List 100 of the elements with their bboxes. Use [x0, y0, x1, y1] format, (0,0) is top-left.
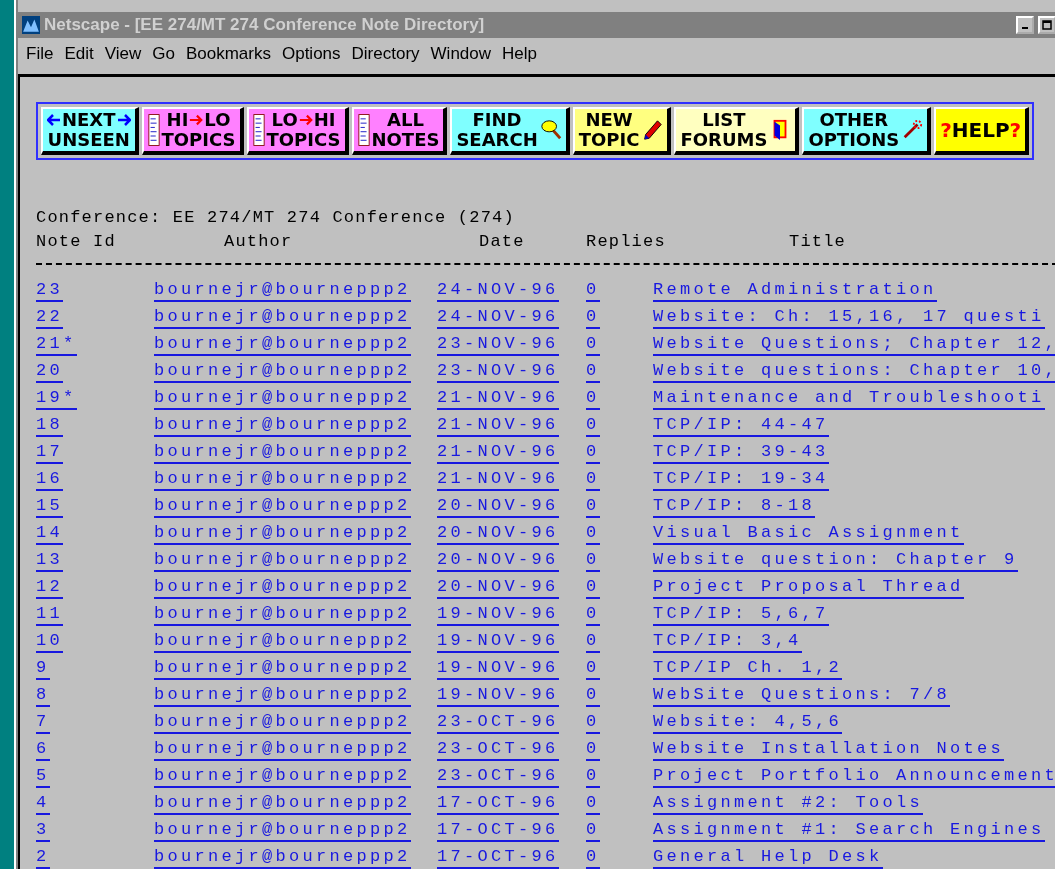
note-id-link[interactable]: 12 [36, 576, 63, 599]
note-id-link[interactable]: 15 [36, 495, 63, 518]
replies-link[interactable]: 0 [586, 765, 600, 788]
author-link[interactable]: bournejr@bourneppp2 [154, 711, 411, 734]
author-link[interactable]: bournejr@bourneppp2 [154, 279, 411, 302]
date-link[interactable]: 21-NOV-96 [437, 387, 559, 410]
replies-link[interactable]: 0 [586, 468, 600, 491]
date-link[interactable]: 20-NOV-96 [437, 576, 559, 599]
note-id-link[interactable]: 3 [36, 819, 50, 842]
replies-link[interactable]: 0 [586, 630, 600, 653]
title-link[interactable]: Visual Basic Assignment [653, 522, 964, 545]
author-link[interactable]: bournejr@bourneppp2 [154, 738, 411, 761]
note-id-link[interactable]: 6 [36, 738, 50, 761]
title-link[interactable]: Remote Administration [653, 279, 937, 302]
title-link[interactable]: WebSite Questions: 7/8 [653, 684, 951, 707]
replies-link[interactable]: 0 [586, 819, 600, 842]
toolbar-button[interactable]: LIST FORUMS [674, 107, 800, 155]
title-link[interactable]: Website question: Chapter 9 [653, 549, 1018, 572]
title-link[interactable]: Project Portfolio Announcement [653, 765, 1055, 788]
date-link[interactable]: 21-NOV-96 [437, 468, 559, 491]
title-link[interactable]: Website Questions; Chapter 12, [653, 333, 1055, 356]
date-link[interactable]: 19-NOV-96 [437, 630, 559, 653]
date-link[interactable]: 23-NOV-96 [437, 360, 559, 383]
date-link[interactable]: 23-OCT-96 [437, 738, 559, 761]
date-link[interactable]: 23-OCT-96 [437, 711, 559, 734]
toolbar-button[interactable]: ?HELP? [934, 107, 1030, 155]
note-id-link[interactable]: 9 [36, 657, 50, 680]
date-link[interactable]: 19-NOV-96 [437, 603, 559, 626]
replies-link[interactable]: 0 [586, 738, 600, 761]
title-link[interactable]: TCP/IP Ch. 1,2 [653, 657, 843, 680]
toolbar-button[interactable]: FIND SEARCH [450, 107, 570, 155]
title-link[interactable]: TCP/IP: 8-18 [653, 495, 816, 518]
note-id-link[interactable]: 21* [36, 333, 77, 356]
note-id-link[interactable]: 10 [36, 630, 63, 653]
date-link[interactable]: 17-OCT-96 [437, 792, 559, 815]
date-link[interactable]: 17-OCT-96 [437, 846, 559, 869]
date-link[interactable]: 23-NOV-96 [437, 333, 559, 356]
author-link[interactable]: bournejr@bourneppp2 [154, 441, 411, 464]
author-link[interactable]: bournejr@bourneppp2 [154, 846, 411, 869]
replies-link[interactable]: 0 [586, 792, 600, 815]
menu-item[interactable]: Options [281, 44, 341, 64]
title-link[interactable]: Assignment #2: Tools [653, 792, 924, 815]
title-link[interactable]: Assignment #1: Search Engines [653, 819, 1045, 842]
replies-link[interactable]: 0 [586, 441, 600, 464]
author-link[interactable]: bournejr@bourneppp2 [154, 522, 411, 545]
date-link[interactable]: 20-NOV-96 [437, 549, 559, 572]
menu-item[interactable]: View [104, 44, 142, 64]
menu-item[interactable]: Help [502, 44, 537, 64]
replies-link[interactable]: 0 [586, 306, 600, 329]
toolbar-button[interactable]: OTHER OPTIONS [802, 107, 932, 155]
toolbar-button[interactable]: NEW TOPIC [572, 107, 672, 155]
title-link[interactable]: TCP/IP: 39-43 [653, 441, 829, 464]
toolbar-button[interactable]: ALL NOTES [351, 107, 448, 155]
note-id-link[interactable]: 11 [36, 603, 63, 626]
note-id-link[interactable]: 19* [36, 387, 77, 410]
author-link[interactable]: bournejr@bourneppp2 [154, 657, 411, 680]
replies-link[interactable]: 0 [586, 333, 600, 356]
note-id-link[interactable]: 2 [36, 846, 50, 869]
replies-link[interactable]: 0 [586, 684, 600, 707]
date-link[interactable]: 24-NOV-96 [437, 306, 559, 329]
date-link[interactable]: 24-NOV-96 [437, 279, 559, 302]
author-link[interactable]: bournejr@bourneppp2 [154, 360, 411, 383]
note-id-link[interactable]: 14 [36, 522, 63, 545]
toolbar-button[interactable]: HI LO TOPICS [141, 107, 244, 155]
author-link[interactable]: bournejr@bourneppp2 [154, 684, 411, 707]
title-link[interactable]: Website Installation Notes [653, 738, 1005, 761]
replies-link[interactable]: 0 [586, 360, 600, 383]
author-link[interactable]: bournejr@bourneppp2 [154, 333, 411, 356]
note-id-link[interactable]: 22 [36, 306, 63, 329]
author-link[interactable]: bournejr@bourneppp2 [154, 549, 411, 572]
title-link[interactable]: Website: Ch: 15,16, 17 questi [653, 306, 1045, 329]
date-link[interactable]: 17-OCT-96 [437, 819, 559, 842]
title-link[interactable]: Website: 4,5,6 [653, 711, 843, 734]
note-id-link[interactable]: 13 [36, 549, 63, 572]
author-link[interactable]: bournejr@bourneppp2 [154, 576, 411, 599]
note-id-link[interactable]: 20 [36, 360, 63, 383]
title-link[interactable]: TCP/IP: 44-47 [653, 414, 829, 437]
date-link[interactable]: 20-NOV-96 [437, 522, 559, 545]
note-id-link[interactable]: 18 [36, 414, 63, 437]
author-link[interactable]: bournejr@bourneppp2 [154, 414, 411, 437]
replies-link[interactable]: 0 [586, 279, 600, 302]
note-id-link[interactable]: 4 [36, 792, 50, 815]
replies-link[interactable]: 0 [586, 495, 600, 518]
replies-link[interactable]: 0 [586, 522, 600, 545]
author-link[interactable]: bournejr@bourneppp2 [154, 765, 411, 788]
title-link[interactable]: TCP/IP: 5,6,7 [653, 603, 829, 626]
title-link[interactable]: Project Proposal Thread [653, 576, 964, 599]
menu-item[interactable]: Edit [64, 44, 94, 64]
title-link[interactable]: Website questions: Chapter 10, [653, 360, 1055, 383]
note-id-link[interactable]: 16 [36, 468, 63, 491]
menu-item[interactable]: Directory [351, 44, 420, 64]
replies-link[interactable]: 0 [586, 657, 600, 680]
minimize-button[interactable] [1016, 16, 1035, 34]
toolbar-button[interactable]: LO HI TOPICS [246, 107, 349, 155]
author-link[interactable]: bournejr@bourneppp2 [154, 819, 411, 842]
note-id-link[interactable]: 7 [36, 711, 50, 734]
replies-link[interactable]: 0 [586, 414, 600, 437]
replies-link[interactable]: 0 [586, 387, 600, 410]
author-link[interactable]: bournejr@bourneppp2 [154, 306, 411, 329]
toolbar-button[interactable]: NEXT UNSEEN [41, 107, 139, 155]
